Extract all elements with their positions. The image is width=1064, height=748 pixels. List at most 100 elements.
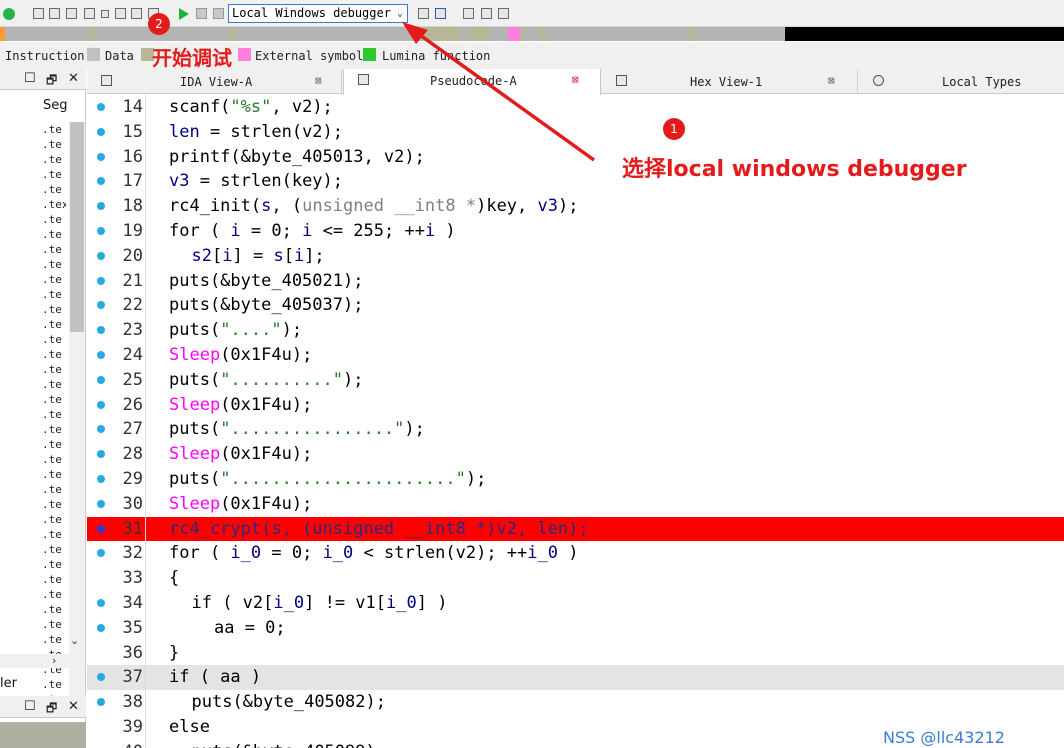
toolbar-icon-1[interactable] xyxy=(33,8,44,19)
code-line[interactable]: 29 puts("......................"); xyxy=(87,467,1064,492)
debugger-select[interactable]: Local Windows debugger ⌄ xyxy=(228,4,408,23)
code-line[interactable]: 23 puts("...."); xyxy=(87,318,1064,343)
toolbar-icon-12[interactable] xyxy=(498,8,509,19)
toolbar-icon-9[interactable] xyxy=(435,8,446,19)
segment-list-item[interactable]: .te xyxy=(42,212,66,227)
segment-list-item[interactable]: .te xyxy=(42,347,66,362)
tab-hex-view[interactable]: Hex View-1 ⊠ xyxy=(602,70,858,94)
pseudocode-view[interactable]: 14 scanf("%s", v2); 15 len = strlen(v2); 16 p… xyxy=(87,95,1064,748)
code-line[interactable]: 20 s2[i] = s[i]; xyxy=(87,244,1064,269)
breakpoint-marker-icon[interactable] xyxy=(97,177,105,186)
code-line-breakpoint[interactable]: 31 rc4_crypt(s, (unsigned __int8 *)v2, le… xyxy=(87,516,1064,542)
scroll-right-icon[interactable]: › xyxy=(52,654,56,667)
breakpoint-marker-icon[interactable] xyxy=(97,351,105,359)
tab-local-types[interactable]: Local Types xyxy=(859,70,1064,94)
segment-list-item[interactable]: .tex xyxy=(42,197,66,212)
restore-icon[interactable]: 🗗 xyxy=(46,71,57,92)
segment-list-item[interactable]: .te xyxy=(42,137,66,152)
close-icon[interactable]: ⊠ xyxy=(828,74,835,87)
segment-list-item[interactable]: .te xyxy=(42,527,66,542)
tab-pseudocode[interactable]: Pseudocode-A ⊠ xyxy=(343,69,601,95)
segment-list-item[interactable]: .te xyxy=(42,152,66,167)
segment-list-item[interactable]: .te xyxy=(42,287,66,302)
breakpoint-marker-icon[interactable] xyxy=(97,127,105,136)
toolbar-icon-5[interactable] xyxy=(115,8,126,19)
close-icon[interactable]: ✕ xyxy=(68,699,79,714)
code-line[interactable]: 27 puts("................"); xyxy=(87,417,1064,442)
breakpoint-marker-icon[interactable] xyxy=(97,499,105,508)
code-line[interactable]: 19 for ( i = 0; i <= 255; ++i ) xyxy=(87,219,1064,244)
segment-list-item[interactable]: .te xyxy=(42,587,66,602)
toolbar-icon-11[interactable] xyxy=(481,8,492,19)
segment-list-item[interactable]: .te xyxy=(42,167,66,182)
segment-list-item[interactable]: .te xyxy=(42,497,66,512)
segment-list-item[interactable]: .te xyxy=(42,272,66,287)
breakpoint-marker-icon[interactable] xyxy=(97,425,105,434)
code-line[interactable]: 34 if ( v2[i_0] != v1[i_0] ) xyxy=(87,591,1064,616)
close-icon[interactable]: ⊠ xyxy=(572,73,579,86)
start-debugging-button[interactable] xyxy=(179,8,189,20)
maximize-icon[interactable]: ☐ xyxy=(24,71,36,86)
segment-list-item[interactable]: .te xyxy=(42,542,66,557)
breakpoint-marker-icon[interactable] xyxy=(97,450,105,459)
code-line[interactable]: 36} xyxy=(87,641,1064,666)
toolbar-icon-2[interactable] xyxy=(49,8,60,19)
toolbar-icon-6[interactable] xyxy=(131,8,142,19)
segment-list-item[interactable]: .te xyxy=(42,182,66,197)
pause-button[interactable] xyxy=(196,8,207,19)
code-line[interactable]: 25 puts(".........."); xyxy=(87,368,1064,393)
breakpoint-marker-icon[interactable] xyxy=(97,599,105,607)
breakpoint-marker-icon[interactable] xyxy=(97,202,105,211)
breakpoint-marker-icon[interactable] xyxy=(97,103,105,111)
breakpoint-marker-icon[interactable] xyxy=(97,326,105,335)
toolbar-icon-3[interactable] xyxy=(66,8,77,19)
code-line[interactable]: 18 rc4_init(s, (unsigned __int8 *)key, v3… xyxy=(87,194,1064,219)
breakpoint-marker-icon[interactable] xyxy=(97,251,105,260)
maximize-icon[interactable]: ☐ xyxy=(24,699,36,714)
segments-column-header[interactable]: Seg xyxy=(43,98,68,113)
segment-list-item[interactable]: .te xyxy=(42,512,66,527)
segment-list-item[interactable]: .te xyxy=(42,602,66,617)
code-line[interactable]: 28 Sleep(0x1F4u); xyxy=(87,442,1064,467)
code-line[interactable]: 32 for ( i_0 = 0; i_0 < strlen(v2); ++i_0… xyxy=(87,541,1064,566)
breakpoint-marker-icon[interactable] xyxy=(97,152,105,161)
segment-list-item[interactable]: .te xyxy=(42,617,66,632)
segment-list-item[interactable]: .te xyxy=(42,467,66,482)
toolbar-icon-8[interactable] xyxy=(418,8,429,19)
code-line[interactable]: 15 len = strlen(v2); xyxy=(87,120,1064,145)
breakpoint-marker-icon[interactable] xyxy=(97,623,105,632)
segment-list-item[interactable]: .te xyxy=(42,452,66,467)
toolbar-icon-10[interactable] xyxy=(463,8,474,19)
segment-list-item[interactable]: .te xyxy=(42,257,66,272)
code-line[interactable]: 38 puts(&byte_405082); xyxy=(87,690,1064,715)
segment-list-item[interactable]: .te xyxy=(42,317,66,332)
segment-list-item[interactable]: .te xyxy=(42,557,66,572)
horizontal-scrollbar[interactable] xyxy=(0,654,69,668)
scroll-down-icon[interactable]: ⌄ xyxy=(70,634,79,647)
code-line[interactable]: 14 scanf("%s", v2); xyxy=(87,95,1064,120)
scrollbar-thumb[interactable] xyxy=(70,122,84,332)
toolbar-icon-4[interactable] xyxy=(84,8,95,19)
breakpoint-marker-icon[interactable] xyxy=(97,375,105,384)
segment-list-item[interactable]: .te xyxy=(42,122,66,137)
segment-list-item[interactable]: .te xyxy=(42,482,66,497)
segment-list-item[interactable]: .te xyxy=(42,407,66,422)
breakpoint-marker-icon[interactable] xyxy=(97,673,105,682)
segment-list-item[interactable]: .te xyxy=(42,302,66,317)
restore-icon[interactable]: 🗗 xyxy=(46,699,57,720)
segment-list-item[interactable]: .te xyxy=(42,242,66,257)
breakpoint-marker-icon[interactable] xyxy=(97,276,105,285)
vertical-scrollbar[interactable] xyxy=(69,122,85,712)
breakpoint-marker-icon[interactable] xyxy=(97,475,105,483)
segment-list-item[interactable]: .te xyxy=(42,332,66,347)
code-line[interactable]: 24 Sleep(0x1F4u); xyxy=(87,343,1064,368)
tab-ida-view[interactable]: IDA View-A ⊠ xyxy=(87,70,342,94)
code-line[interactable]: 21 puts(&byte_405021); xyxy=(87,269,1064,294)
stop-button[interactable] xyxy=(213,8,224,19)
code-line[interactable]: 30 Sleep(0x1F4u); xyxy=(87,492,1064,517)
breakpoint-marker-icon[interactable] xyxy=(97,698,105,707)
segment-list-item[interactable]: .te xyxy=(42,422,66,437)
code-line[interactable]: 22 puts(&byte_405037); xyxy=(87,293,1064,318)
breakpoint-marker-icon[interactable] xyxy=(97,301,105,310)
code-line[interactable]: 37 if ( aa ) xyxy=(87,665,1064,691)
